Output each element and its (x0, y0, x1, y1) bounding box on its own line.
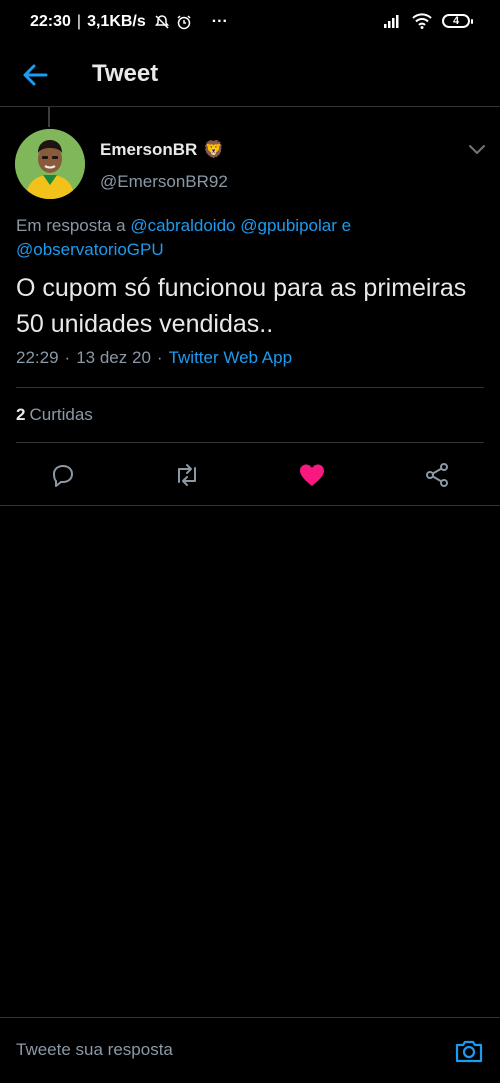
thread-line (48, 107, 50, 127)
like-button[interactable] (298, 461, 326, 489)
separator: · (64, 348, 71, 367)
likes-stat[interactable]: 2 Curtidas (16, 405, 93, 425)
tweet-date: 13 dez 20 (76, 348, 151, 367)
reply-button[interactable] (49, 461, 77, 489)
status-time: 22:30 (30, 13, 71, 30)
wifi-icon (412, 13, 432, 29)
mention-joiner: e (341, 216, 352, 235)
share-button[interactable] (423, 461, 451, 489)
page-title: Tweet (92, 60, 159, 87)
avatar[interactable] (15, 129, 85, 199)
camera-icon[interactable] (454, 1036, 484, 1066)
tweet-meta: 22:29 · 13 dez 20 · Twitter Web App (16, 348, 292, 368)
chevron-down-icon[interactable] (468, 142, 486, 156)
alarm-icon (177, 15, 191, 30)
network-speed: 3,1KB/s (87, 13, 146, 30)
mention-link[interactable]: @gpubipolar (240, 216, 337, 235)
divider (0, 505, 500, 506)
reply-input[interactable]: Tweete sua resposta (16, 1040, 173, 1060)
likes-count: 2 (16, 405, 26, 424)
lion-emoji: 🦁 (203, 140, 225, 159)
mention-link[interactable]: @cabraldoido (130, 216, 235, 235)
mention-link[interactable]: @observatorioGPU (16, 240, 164, 259)
tweet-text: O cupom só funcionou para as primeiras 5… (16, 274, 467, 338)
signal-icon (384, 15, 399, 28)
author-name-row[interactable]: EmersonBR 🦁 (100, 140, 224, 160)
divider (16, 442, 484, 443)
notifications-off-icon (154, 15, 169, 29)
more-status-icon: ··· (211, 13, 228, 30)
app-bar: Tweet (0, 44, 500, 107)
reply-icon (53, 465, 73, 487)
avatar-image (15, 129, 85, 199)
divider (16, 387, 484, 388)
reply-context: Em resposta a @cabraldoido @gpubipolar e… (16, 214, 486, 262)
battery-icon: 4 (442, 14, 473, 28)
retweet-button[interactable] (173, 461, 201, 489)
share-icon (426, 463, 448, 487)
source-link[interactable]: Twitter Web App (169, 348, 292, 368)
status-bar: 22:30 | 3,1KB/s ··· 4 (0, 0, 500, 44)
retweet-icon (178, 464, 196, 486)
back-arrow-icon[interactable] (20, 60, 50, 90)
user-handle: @EmersonBR92 (100, 172, 228, 191)
heart-filled-icon (300, 464, 324, 486)
reply-composer: Tweete sua resposta (0, 1017, 500, 1083)
reply-prefix: Em resposta a (16, 216, 126, 235)
separator: · (156, 348, 163, 367)
likes-label: Curtidas (29, 405, 93, 424)
tweet-actions (0, 455, 500, 495)
tweet-time: 22:29 (16, 348, 59, 367)
display-name: EmersonBR (100, 140, 198, 159)
